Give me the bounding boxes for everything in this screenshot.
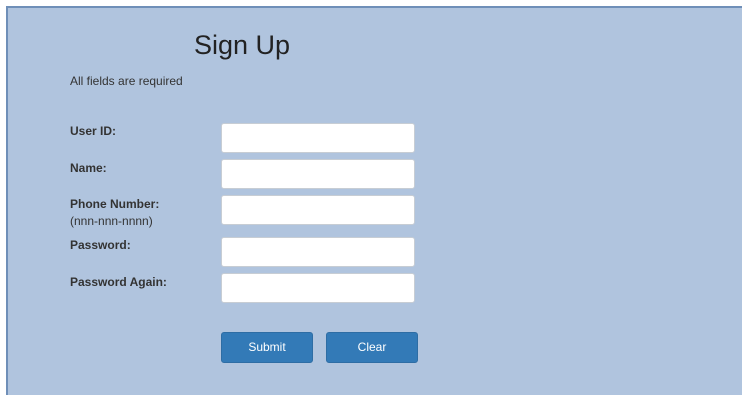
phone-number-label: Phone Number: bbox=[70, 197, 160, 211]
signup-panel: Sign Up All fields are required User ID:… bbox=[6, 6, 742, 395]
page-title: Sign Up bbox=[194, 30, 291, 60]
password-label: Password: bbox=[70, 238, 131, 252]
password-again-input[interactable] bbox=[221, 273, 415, 303]
phone-number-input[interactable] bbox=[221, 195, 415, 225]
user-id-input[interactable] bbox=[221, 123, 415, 153]
submit-button[interactable]: Submit bbox=[221, 332, 313, 363]
phone-format-hint: (nnn-nnn-nnnn) bbox=[70, 214, 153, 228]
password-input[interactable] bbox=[221, 237, 415, 267]
required-note: All fields are required bbox=[70, 74, 183, 88]
name-label: Name: bbox=[70, 161, 107, 175]
user-id-label: User ID: bbox=[70, 124, 117, 138]
name-input[interactable] bbox=[221, 159, 415, 189]
clear-button[interactable]: Clear bbox=[326, 332, 418, 363]
password-again-label: Password Again: bbox=[70, 275, 167, 289]
